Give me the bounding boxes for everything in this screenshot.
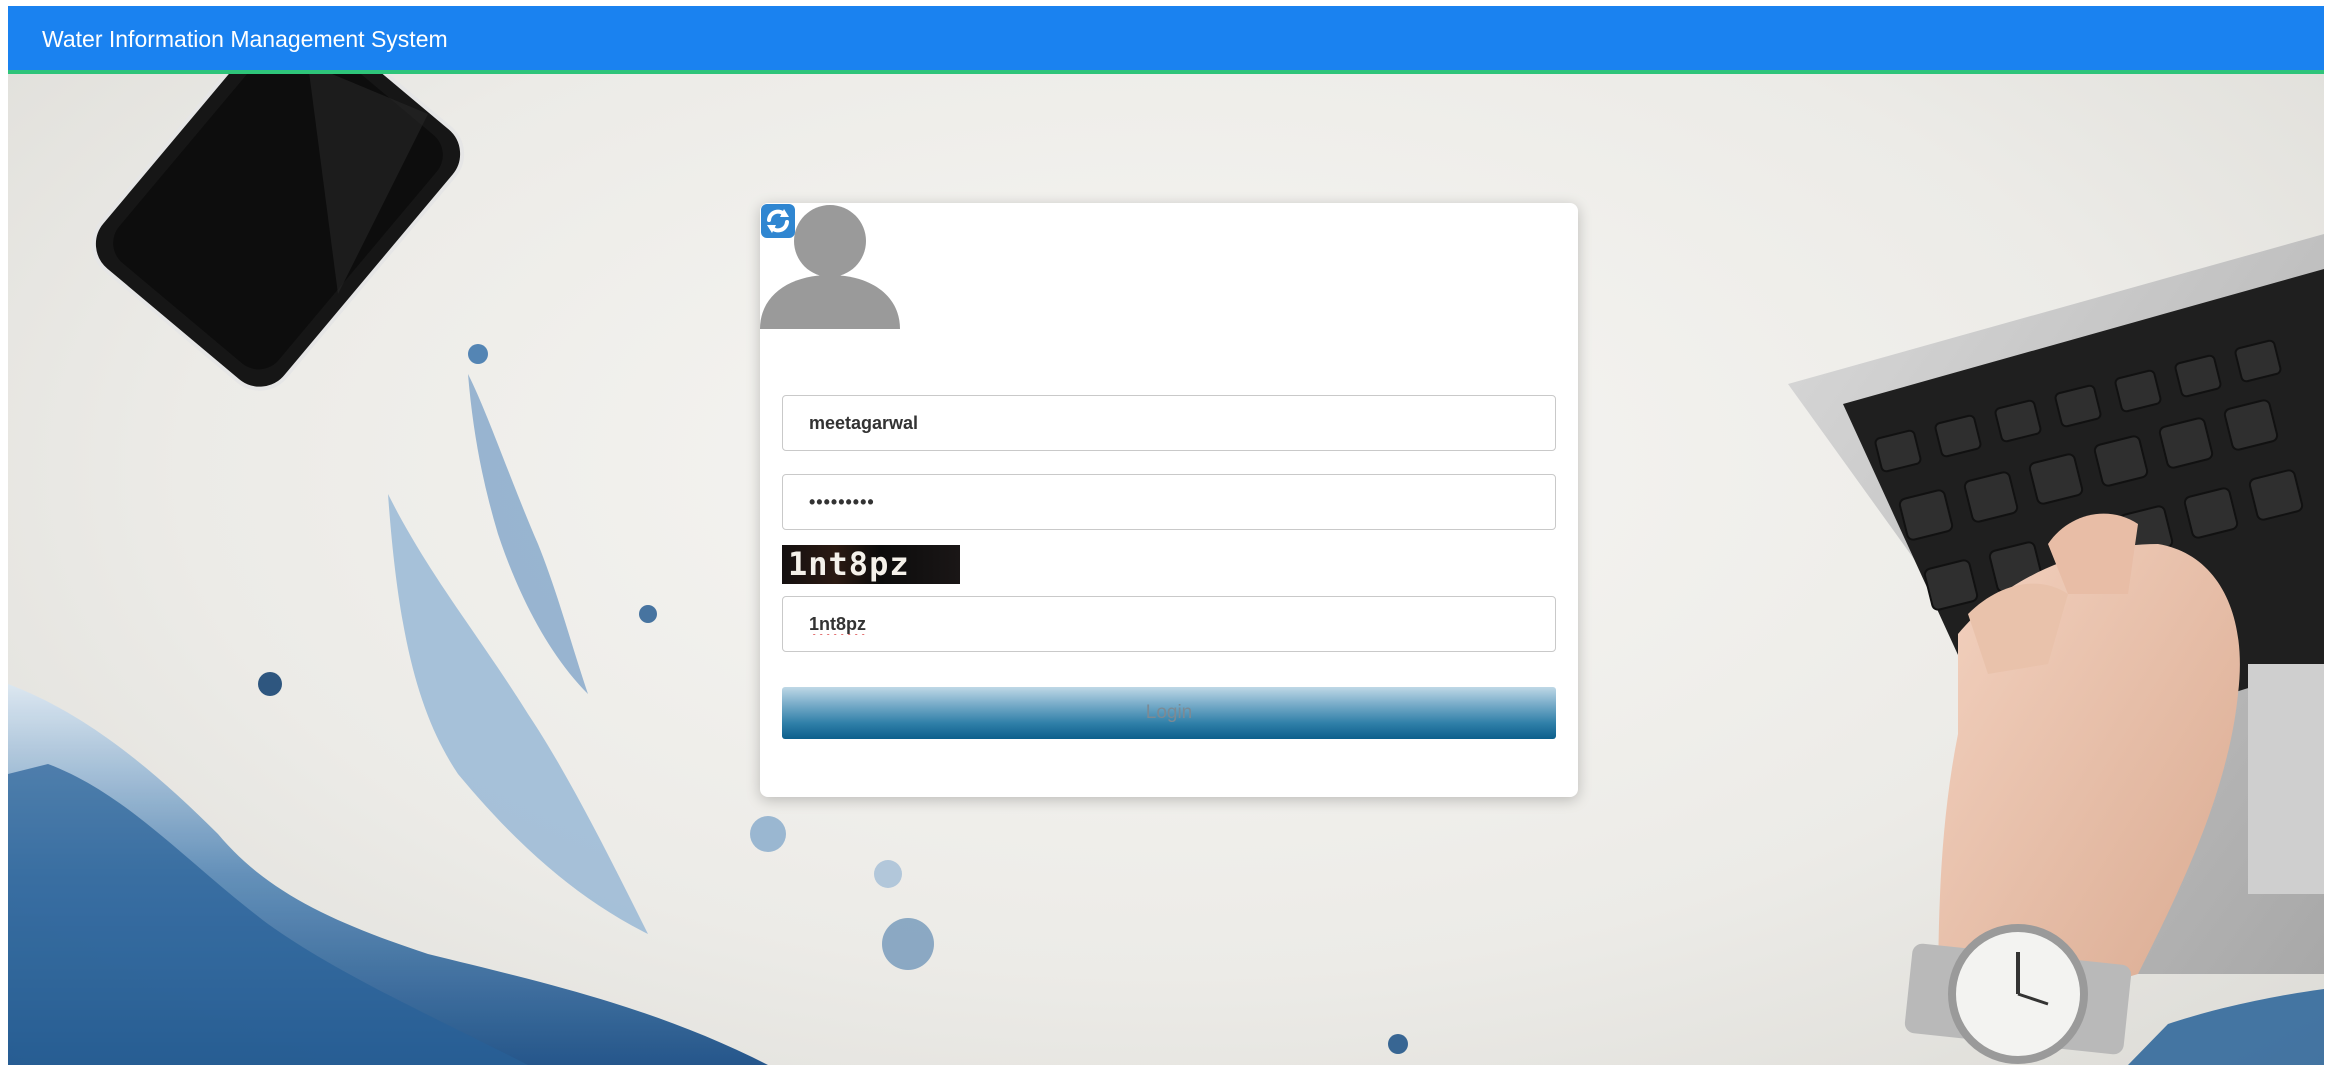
- background-scene: 1nt8pz Login: [8, 74, 2324, 1065]
- username-input[interactable]: [782, 395, 1556, 451]
- phone-illustration: [91, 74, 465, 391]
- captcha-input[interactable]: [782, 596, 1556, 652]
- top-navbar: Water Information Management System: [8, 6, 2324, 74]
- captcha-image: 1nt8pz: [782, 545, 960, 584]
- login-card: 1nt8pz Login: [760, 203, 1578, 797]
- page-frame: Water Information Management System meet…: [8, 6, 2324, 1065]
- login-button[interactable]: Login: [782, 687, 1556, 739]
- refresh-captcha-icon[interactable]: [760, 203, 796, 239]
- password-input[interactable]: [782, 474, 1556, 530]
- app-title[interactable]: Water Information Management System: [42, 26, 448, 53]
